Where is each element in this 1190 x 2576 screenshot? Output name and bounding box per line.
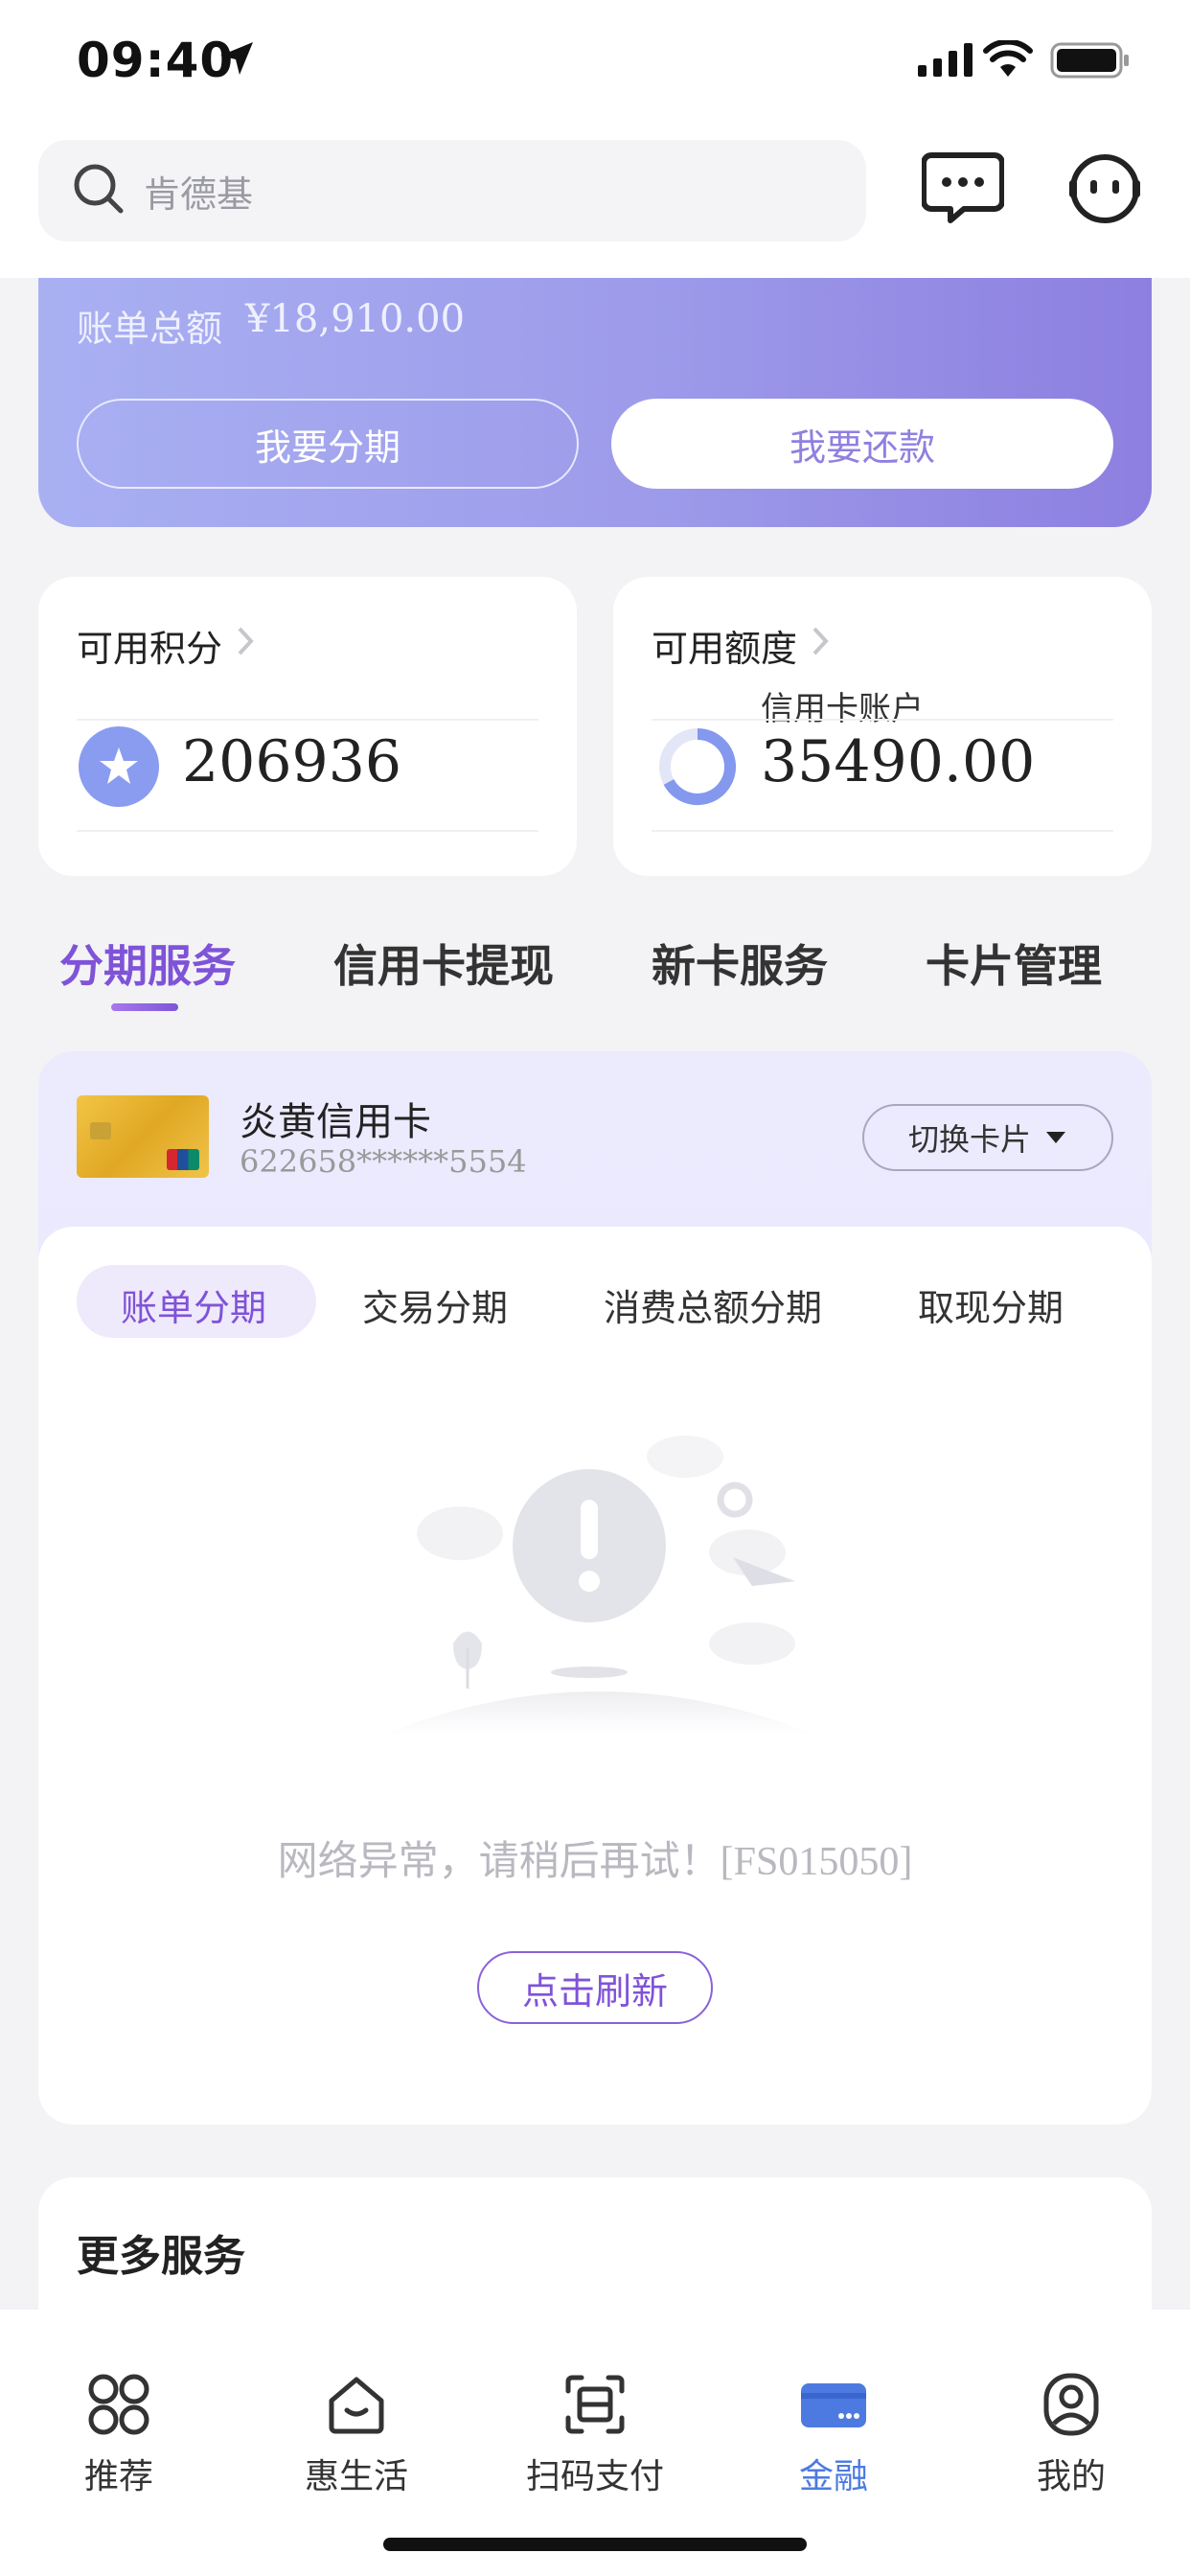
nav-label-life: 惠生活 (304, 2457, 408, 2496)
limit-value: 35490.00 (761, 728, 1036, 795)
message-icon[interactable] (922, 151, 1004, 224)
nav-item-mine[interactable]: 我的 (975, 2372, 1167, 2498)
caret-down-icon (1046, 1132, 1065, 1143)
star-badge-icon (79, 726, 159, 807)
limit-title: 可用额度 (652, 628, 798, 670)
subtab-cash-installment[interactable]: 取现分期 (918, 1278, 1064, 1331)
installment-button[interactable]: 我要分期 (77, 399, 579, 489)
subtab-bill-installment[interactable]: 账单分期 (121, 1278, 266, 1331)
card-number: 622658******5554 (240, 1143, 527, 1180)
cellular-signal-icon (918, 43, 973, 77)
more-services-title: 更多服务 (77, 2232, 245, 2281)
network-error-message: 网络异常，请稍后再试！[FS015050] (277, 1840, 913, 1884)
scan-icon (565, 2375, 625, 2434)
subtab-transaction-installment[interactable]: 交易分期 (362, 1278, 508, 1331)
nav-label-recommend: 推荐 (83, 2457, 153, 2496)
search-icon (74, 164, 124, 214)
battery-icon (1050, 42, 1129, 79)
switch-card-button[interactable]: 切换卡片 (862, 1104, 1113, 1171)
divider (77, 719, 538, 721)
bill-total-amount: ¥18,910.00 (245, 297, 466, 341)
nav-label-mine: 我的 (1036, 2457, 1106, 2496)
tab-cash-withdrawal[interactable]: 信用卡提现 (333, 932, 554, 995)
limit-subtitle: 信用卡账户 (761, 690, 924, 728)
divider (652, 830, 1113, 832)
location-arrow-icon (220, 42, 253, 75)
points-title: 可用积分 (77, 628, 223, 670)
search-input[interactable]: 肯德基 (144, 165, 253, 218)
tab-installment-service[interactable]: 分期服务 (59, 932, 236, 995)
subtab-total-spend-installment[interactable]: 消费总额分期 (604, 1278, 822, 1331)
refresh-button[interactable]: 点击刷新 (477, 1951, 713, 2024)
nav-item-recommend[interactable]: 推荐 (23, 2372, 215, 2498)
points-value: 206936 (182, 728, 402, 795)
tab-new-card[interactable]: 新卡服务 (652, 932, 828, 995)
card-icon (801, 2383, 866, 2427)
usage-ring-icon (659, 728, 736, 805)
customer-service-icon[interactable] (1067, 151, 1142, 226)
nav-item-life[interactable]: 惠生活 (261, 2372, 452, 2498)
credit-card-image (77, 1095, 209, 1178)
person-icon (1043, 2373, 1099, 2436)
nav-label-scan-pay: 扫码支付 (525, 2457, 664, 2496)
nav-label-finance: 金融 (798, 2457, 868, 2496)
nav-item-scan-pay[interactable]: 扫码支付 (499, 2372, 691, 2498)
repay-button[interactable]: 我要还款 (611, 399, 1113, 489)
switch-card-label: 切换卡片 (907, 1121, 1031, 1158)
divider (77, 830, 538, 832)
active-tab-indicator (111, 1003, 178, 1011)
home-indicator (383, 2538, 807, 2551)
grid-icon (88, 2374, 149, 2435)
status-time: 09:40 (77, 33, 235, 88)
card-name: 炎黄信用卡 (240, 1100, 431, 1144)
tab-card-management[interactable]: 卡片管理 (926, 932, 1102, 995)
house-icon (329, 2377, 384, 2434)
wifi-icon (983, 40, 1033, 77)
network-error-illustration (383, 1436, 814, 1735)
chevron-right-icon (812, 627, 829, 656)
nav-item-finance[interactable]: 金融 (738, 2372, 929, 2498)
bill-total-label: 账单总额 (77, 308, 223, 350)
divider (652, 719, 1113, 721)
chevron-right-icon (238, 627, 254, 656)
